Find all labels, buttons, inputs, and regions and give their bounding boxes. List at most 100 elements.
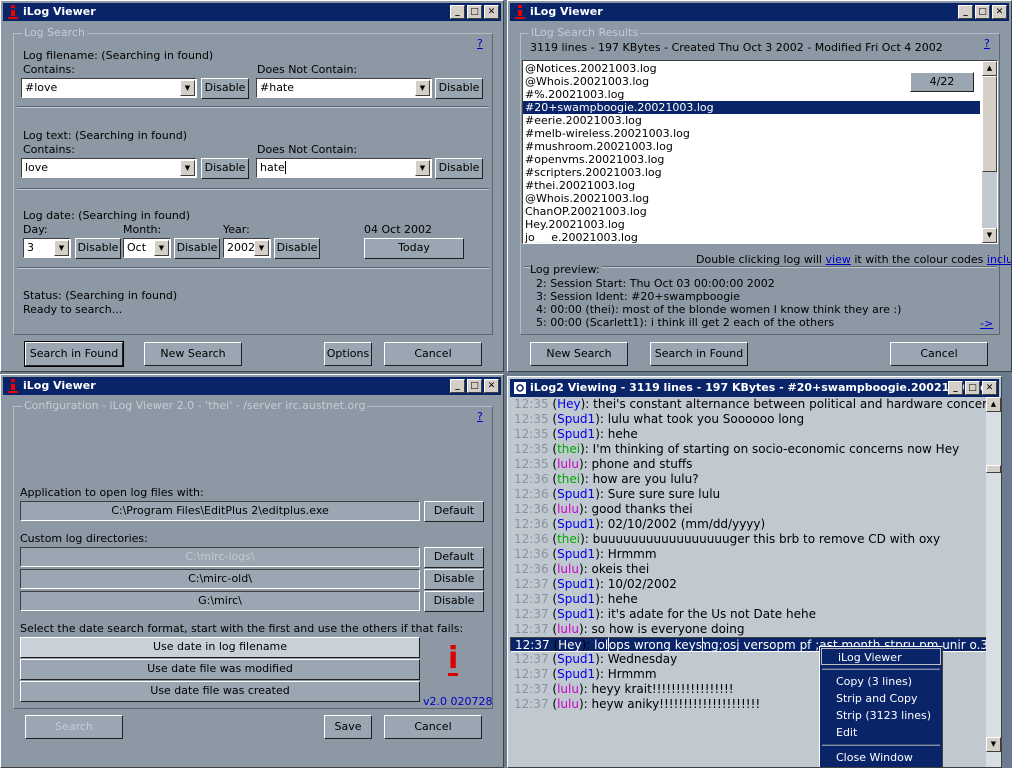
vertical-scrollbar[interactable]: ▲ ▼ [986, 397, 1001, 767]
today-button[interactable]: Today [364, 238, 464, 259]
log-line[interactable]: 12:37 (Spud1): it's adate for the Us not… [510, 607, 986, 622]
chevron-down-icon[interactable]: ▼ [415, 80, 430, 96]
scroll-up-button[interactable]: ▲ [982, 61, 997, 76]
log-line[interactable]: 12:35 (thei): I'm thinking of starting o… [510, 442, 986, 457]
log-dir-field-1[interactable]: C:\mirc-logs\ [20, 547, 420, 567]
format-option-created[interactable]: Use date file was created [20, 681, 420, 702]
log-dir-button-1[interactable]: Default [424, 547, 484, 568]
preview-more-link[interactable]: -> [980, 317, 993, 330]
log-line[interactable]: 12:37 (Spud1): 10/02/2002 [510, 577, 986, 592]
close-button[interactable]: ✕ [484, 5, 499, 19]
cancel-button[interactable]: Cancel [384, 715, 482, 739]
scroll-thumb[interactable] [982, 76, 997, 172]
cancel-button[interactable]: Cancel [890, 342, 988, 366]
format-option-modified[interactable]: Use date file was modified [20, 659, 420, 680]
maximize-button[interactable]: □ [467, 379, 482, 393]
fn-contains-combo[interactable]: #love ▼ [21, 78, 197, 98]
close-button[interactable]: ✕ [982, 381, 997, 395]
minimize-button[interactable]: _ [450, 5, 465, 19]
new-search-button[interactable]: New Search [144, 342, 242, 366]
log-line[interactable]: 12:37 (Spud1): hehe [510, 592, 986, 607]
scroll-thumb[interactable] [986, 465, 1001, 473]
file-list-item[interactable]: #20+swampboogie.20021003.log [523, 101, 980, 114]
menu-close-window[interactable]: Close Window [820, 749, 942, 766]
txt-contains-disable-button[interactable]: Disable [201, 158, 249, 179]
chevron-down-icon[interactable]: ▼ [180, 80, 195, 96]
log-dir-field-3[interactable]: G:\mirc\ [20, 591, 420, 611]
file-list-item[interactable]: #melb-wireless.20021003.log [523, 127, 980, 140]
txt-not-disable-button[interactable]: Disable [435, 158, 483, 179]
help-link[interactable]: ? [984, 37, 990, 50]
included-link[interactable]: included [987, 253, 1011, 266]
fn-not-disable-button[interactable]: Disable [435, 78, 483, 99]
minimize-button[interactable]: _ [948, 381, 963, 395]
log-line[interactable]: 12:35 (Spud1): hehe [510, 427, 986, 442]
file-list-item[interactable]: jo___e.20021003.log [523, 231, 980, 243]
log-dir-button-2[interactable]: Disable [424, 569, 484, 590]
file-list-item[interactable]: ChanOP.20021003.log [523, 205, 980, 218]
close-button[interactable]: ✕ [484, 379, 499, 393]
maximize-button[interactable]: □ [965, 381, 980, 395]
day-disable-button[interactable]: Disable [75, 238, 121, 259]
vertical-scrollbar[interactable]: ▲ ▼ [982, 61, 997, 243]
menu-strip-and-copy[interactable]: Strip and Copy [820, 690, 942, 707]
new-search-button[interactable]: New Search [530, 342, 628, 366]
log-dir-field-2[interactable]: C:\mirc-old\ [20, 569, 420, 589]
scroll-up-button[interactable]: ▲ [986, 397, 1001, 412]
maximize-button[interactable]: □ [467, 5, 482, 19]
log-line[interactable]: 12:36 (thei): how are you lulu? [510, 472, 986, 487]
log-dir-button-3[interactable]: Disable [424, 591, 484, 612]
log-line[interactable]: 12:35 (Hey): thei's constant alternance … [510, 397, 986, 412]
chevron-down-icon[interactable]: ▼ [254, 240, 269, 256]
chevron-down-icon[interactable]: ▼ [54, 240, 69, 256]
year-combo[interactable]: 2002 ▼ [223, 238, 271, 258]
scroll-down-button[interactable]: ▼ [986, 737, 1001, 752]
title-bar[interactable]: iLog Viewer _ □ ✕ [3, 377, 501, 395]
log-line[interactable]: 12:36 (lulu): good thanks thei [510, 502, 986, 517]
menu-edit[interactable]: Edit [820, 724, 942, 741]
close-button[interactable]: ✕ [992, 5, 1007, 19]
log-line[interactable]: 12:35 (lulu): phone and stuffs [510, 457, 986, 472]
chevron-down-icon[interactable]: ▼ [154, 240, 169, 256]
view-link[interactable]: view [826, 253, 851, 266]
chevron-down-icon[interactable]: ▼ [415, 160, 430, 176]
fn-contains-disable-button[interactable]: Disable [201, 78, 249, 99]
file-list-item[interactable]: #openvms.20021003.log [523, 153, 980, 166]
cancel-button[interactable]: Cancel [384, 342, 482, 366]
file-list-item[interactable]: #scripters.20021003.log [523, 166, 980, 179]
minimize-button[interactable]: _ [450, 379, 465, 393]
log-line[interactable]: 12:37 (lulu): so how is everyone doing [510, 622, 986, 637]
search-in-found-button[interactable]: Search in Found [24, 341, 124, 367]
search-button[interactable]: Search [25, 715, 123, 739]
log-line[interactable]: 12:36 (lulu): okeis thei [510, 562, 986, 577]
help-link[interactable]: ? [477, 37, 483, 50]
title-bar[interactable]: iLog Viewer _ □ ✕ [510, 3, 1009, 21]
log-line[interactable]: 12:36 (thei): buuuuuuuuuuuuuuuuuger this… [510, 532, 986, 547]
txt-not-contains-combo[interactable]: hate ▼ [256, 158, 432, 178]
minimize-button[interactable]: _ [958, 5, 973, 19]
fn-not-contains-combo[interactable]: #hate ▼ [256, 78, 432, 98]
menu-strip[interactable]: Strip (3123 lines) [820, 707, 942, 724]
format-option-filename[interactable]: Use date in log filename [20, 637, 420, 658]
scroll-down-button[interactable]: ▼ [982, 228, 997, 243]
title-bar[interactable]: iLog Viewer _ □ ✕ [3, 3, 501, 21]
context-menu-header[interactable]: iLog Viewer [821, 648, 941, 665]
txt-contains-combo[interactable]: love ▼ [21, 158, 197, 178]
help-link[interactable]: ? [477, 410, 483, 423]
title-bar[interactable]: iLog2 Viewing - 3119 lines - 197 KBytes … [510, 379, 999, 397]
save-button[interactable]: Save [324, 715, 372, 739]
file-list-item[interactable]: #eerie.20021003.log [523, 114, 980, 127]
app-default-button[interactable]: Default [424, 501, 484, 522]
month-disable-button[interactable]: Disable [174, 238, 220, 259]
log-line[interactable]: 12:36 (Spud1): Sure sure sure lulu [510, 487, 986, 502]
log-line[interactable]: 12:36 (Spud1): Hrmmm [510, 547, 986, 562]
app-path-field[interactable]: C:\Program Files\EditPlus 2\editplus.exe [20, 501, 420, 521]
log-line[interactable]: 12:36 (Spud1): 02/10/2002 (mm/dd/yyyy) [510, 517, 986, 532]
day-combo[interactable]: 3 ▼ [23, 238, 71, 258]
file-list-item[interactable]: #thei.20021003.log [523, 179, 980, 192]
log-line[interactable]: 12:37 (Hey): lol [510, 637, 610, 652]
menu-copy[interactable]: Copy (3 lines) [820, 673, 942, 690]
file-list-item[interactable]: #mushroom.20021003.log [523, 140, 980, 153]
file-list-item[interactable]: Hey.20021003.log [523, 218, 980, 231]
file-list[interactable]: @Notices.20021003.log @Whois.20021003.log… [522, 60, 998, 244]
